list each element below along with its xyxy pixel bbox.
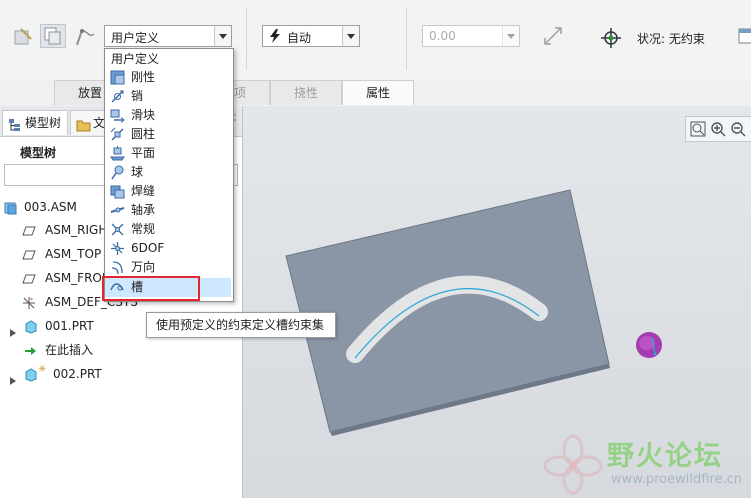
svg-text:*: *	[30, 297, 33, 304]
dropdown-item-cylinder[interactable]: 圆柱	[105, 125, 231, 144]
tree-item-label: 在此插入	[45, 343, 94, 357]
place-component-icon[interactable]	[12, 26, 34, 48]
dropdown-item-6dof[interactable]: 6DOF	[105, 239, 231, 258]
slider-icon	[110, 108, 125, 123]
watermark-url: www.proewildfire.cn	[611, 472, 742, 487]
dropdown-item-ball[interactable]: 球	[105, 163, 231, 182]
status-label: 状况: 无约束	[637, 32, 705, 46]
dropdown-item-label: 平面	[131, 146, 156, 160]
slot-tooltip: 使用预定义的约束定义槽约束集	[146, 312, 336, 338]
dropdown-item-label: 刚性	[131, 70, 156, 84]
chevron-down-icon[interactable]	[214, 26, 231, 46]
dropdown-item-label: 万向	[131, 260, 156, 274]
model-tree-header: 模型树	[20, 146, 57, 160]
general-icon	[110, 222, 125, 237]
graphics-window[interactable]: 野火论坛 www.proewildfire.cn	[243, 106, 751, 498]
tab-properties[interactable]: 属性	[342, 80, 414, 105]
dropdown-item-label: 滑块	[131, 108, 156, 122]
part-icon	[24, 319, 38, 334]
tab-folder-browser[interactable]: 文	[70, 110, 106, 135]
dropdown-header[interactable]: 用户定义	[105, 51, 231, 67]
mechanism-connection-icon[interactable]	[74, 26, 96, 48]
tree-item-label: 003.ASM	[24, 200, 77, 214]
weld-icon	[110, 184, 125, 199]
dropdown-item-rigid[interactable]: 刚性	[105, 68, 231, 87]
6dof-icon	[110, 241, 125, 256]
window-panel-icon[interactable]	[738, 26, 751, 48]
tree-item-part-002[interactable]: ✳ 002.PRT	[0, 363, 242, 385]
pin-component	[636, 332, 662, 358]
dropdown-item-label: 6DOF	[131, 241, 165, 255]
zoom-out-icon[interactable]	[730, 121, 746, 140]
dropdown-item-label: 圆柱	[131, 127, 156, 141]
tree-item-label: 002.PRT	[53, 367, 102, 381]
constraint-type-value: 用户定义	[111, 31, 160, 45]
constraint-type-select[interactable]: 用户定义	[104, 25, 232, 47]
cylinder-icon	[110, 127, 125, 142]
tree-item-label: 001.PRT	[45, 319, 94, 333]
tab-label: 放置	[77, 86, 102, 100]
watermark-title: 野火论坛	[607, 441, 723, 472]
gimbal-icon	[110, 260, 125, 275]
assembly-icon	[4, 200, 18, 215]
constraint-type-dropdown: 用户定义 刚性 销 滑块 圆柱 平面 球 焊缝 轴承 常规 6DOF 万向 槽	[104, 48, 234, 302]
insert-arrow-icon	[24, 343, 38, 357]
tab-model-tree[interactable]: 模型树	[2, 110, 68, 135]
datum-plane-icon	[22, 223, 36, 237]
dropdown-item-label: 轴承	[131, 203, 156, 217]
auto-mode-value: 自动	[287, 31, 312, 45]
planar-icon	[110, 146, 125, 161]
chevron-down-icon[interactable]	[502, 26, 519, 46]
offset-value: 0.00	[429, 29, 456, 43]
dropdown-item-slider[interactable]: 滑块	[105, 106, 231, 125]
dropdown-header-label: 用户定义	[111, 52, 160, 66]
dropdown-item-pin[interactable]: 销	[105, 87, 231, 106]
tab-label: 挠性	[293, 86, 318, 100]
model-tree-icon	[8, 116, 22, 140]
dropdown-item-bearing[interactable]: 轴承	[105, 201, 231, 220]
ball-icon	[110, 165, 125, 180]
new-component-star-icon: ✳	[38, 364, 47, 375]
forum-watermark: 野火论坛 www.proewildfire.cn	[541, 430, 751, 498]
tree-item-insert-here[interactable]: 在此插入	[0, 339, 242, 361]
zoom-in-icon[interactable]	[710, 121, 726, 140]
slot-highlight-box	[102, 276, 200, 301]
offset-input[interactable]: 0.00	[422, 25, 520, 47]
flip-icon[interactable]	[542, 25, 564, 47]
expand-arrow-icon[interactable]	[10, 370, 16, 392]
view-toolbar	[685, 116, 751, 142]
dropdown-item-gimbal[interactable]: 万向	[105, 258, 231, 277]
watermark-flower-logo	[543, 434, 603, 495]
ribbon-divider	[246, 8, 247, 70]
auto-mode-select[interactable]: 自动	[262, 25, 360, 47]
datum-plane-icon	[22, 247, 36, 261]
pin-icon	[110, 89, 125, 104]
part-icon	[24, 367, 38, 382]
tab-label: 属性	[365, 86, 390, 100]
csys-icon: *	[22, 295, 36, 309]
dropdown-item-label: 焊缝	[131, 184, 156, 198]
status-constraint-icon	[600, 27, 622, 49]
dropdown-item-label: 常规	[131, 222, 156, 236]
tree-item-label: ASM_TOP	[45, 247, 102, 261]
tab-flexibility[interactable]: 挠性	[270, 80, 342, 105]
tab-model-tree-label: 模型树	[25, 116, 62, 130]
datum-plane-icon	[22, 271, 36, 285]
dropdown-item-label: 销	[131, 89, 144, 103]
dropdown-item-planar[interactable]: 平面	[105, 144, 231, 163]
rigid-icon	[110, 70, 125, 85]
zoom-fit-icon[interactable]	[690, 121, 706, 140]
component-window-icon[interactable]	[40, 24, 66, 48]
dropdown-item-general[interactable]: 常规	[105, 220, 231, 239]
lightning-icon	[269, 29, 281, 46]
ribbon-divider	[406, 8, 407, 70]
folder-icon	[76, 116, 91, 140]
dropdown-item-label: 球	[131, 165, 144, 179]
chevron-down-icon[interactable]	[342, 26, 359, 46]
bearing-icon	[110, 203, 125, 218]
dropdown-item-weld[interactable]: 焊缝	[105, 182, 231, 201]
